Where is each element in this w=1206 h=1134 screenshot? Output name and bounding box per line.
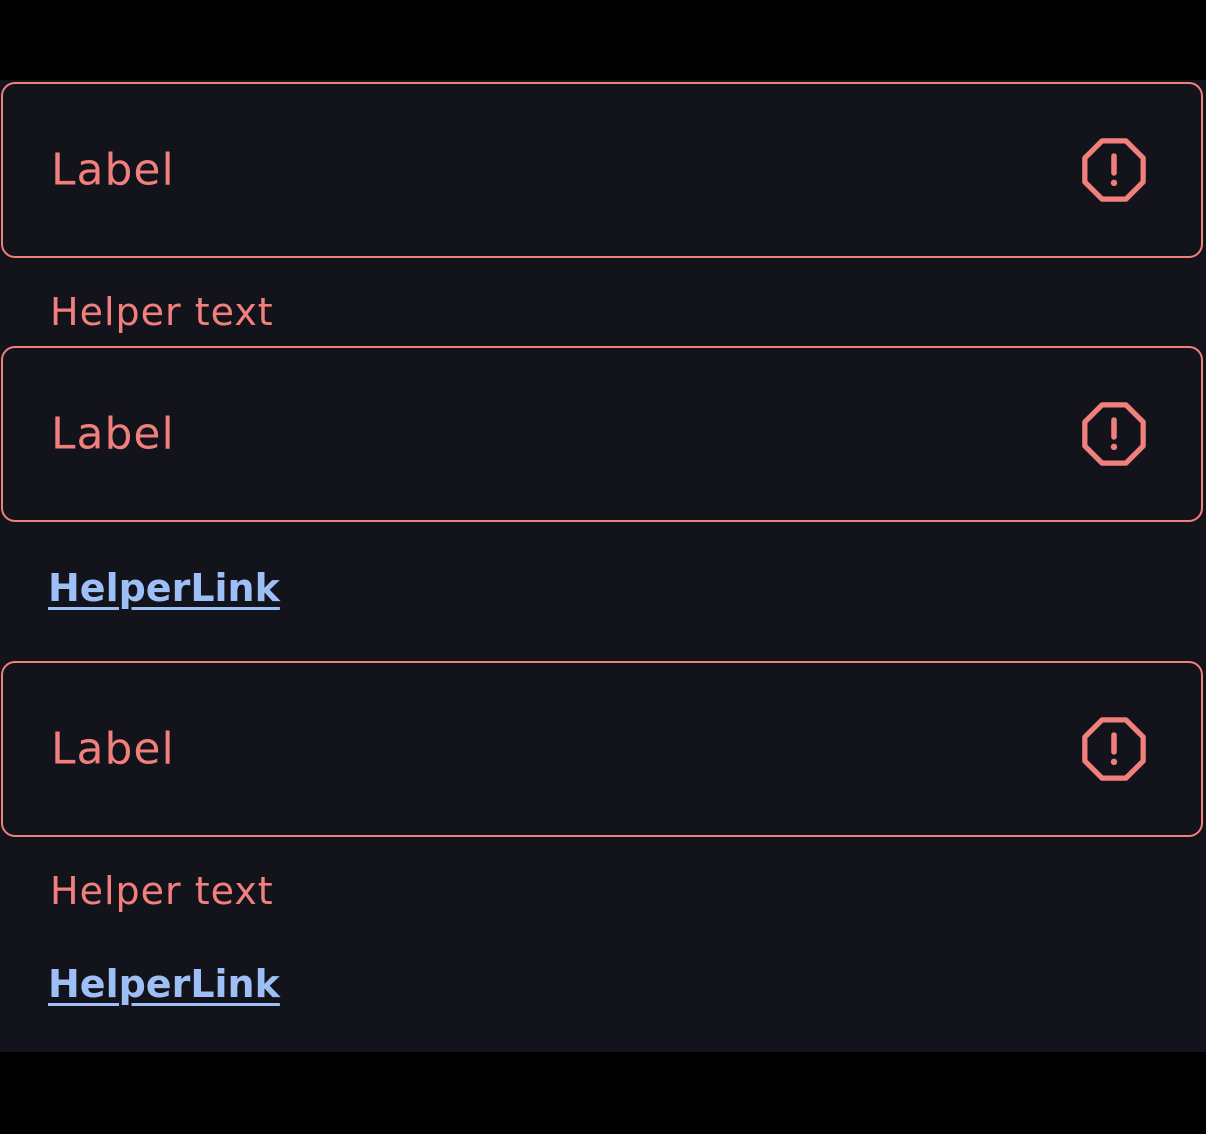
helper-text: Helper text: [50, 290, 274, 334]
field-label: Label: [51, 144, 175, 196]
error-octagon-icon: [1082, 138, 1146, 202]
field-label: Label: [51, 723, 175, 775]
error-octagon-icon: [1082, 402, 1146, 466]
helper-link[interactable]: HelperLink: [48, 566, 280, 610]
text-field-3[interactable]: Label: [1, 661, 1203, 837]
text-field-2[interactable]: Label: [1, 346, 1203, 522]
error-octagon-icon: [1082, 717, 1146, 781]
helper-link[interactable]: HelperLink: [48, 962, 280, 1006]
helper-text: Helper text: [50, 869, 274, 913]
text-field-1[interactable]: Label: [1, 82, 1203, 258]
field-label: Label: [51, 408, 175, 460]
